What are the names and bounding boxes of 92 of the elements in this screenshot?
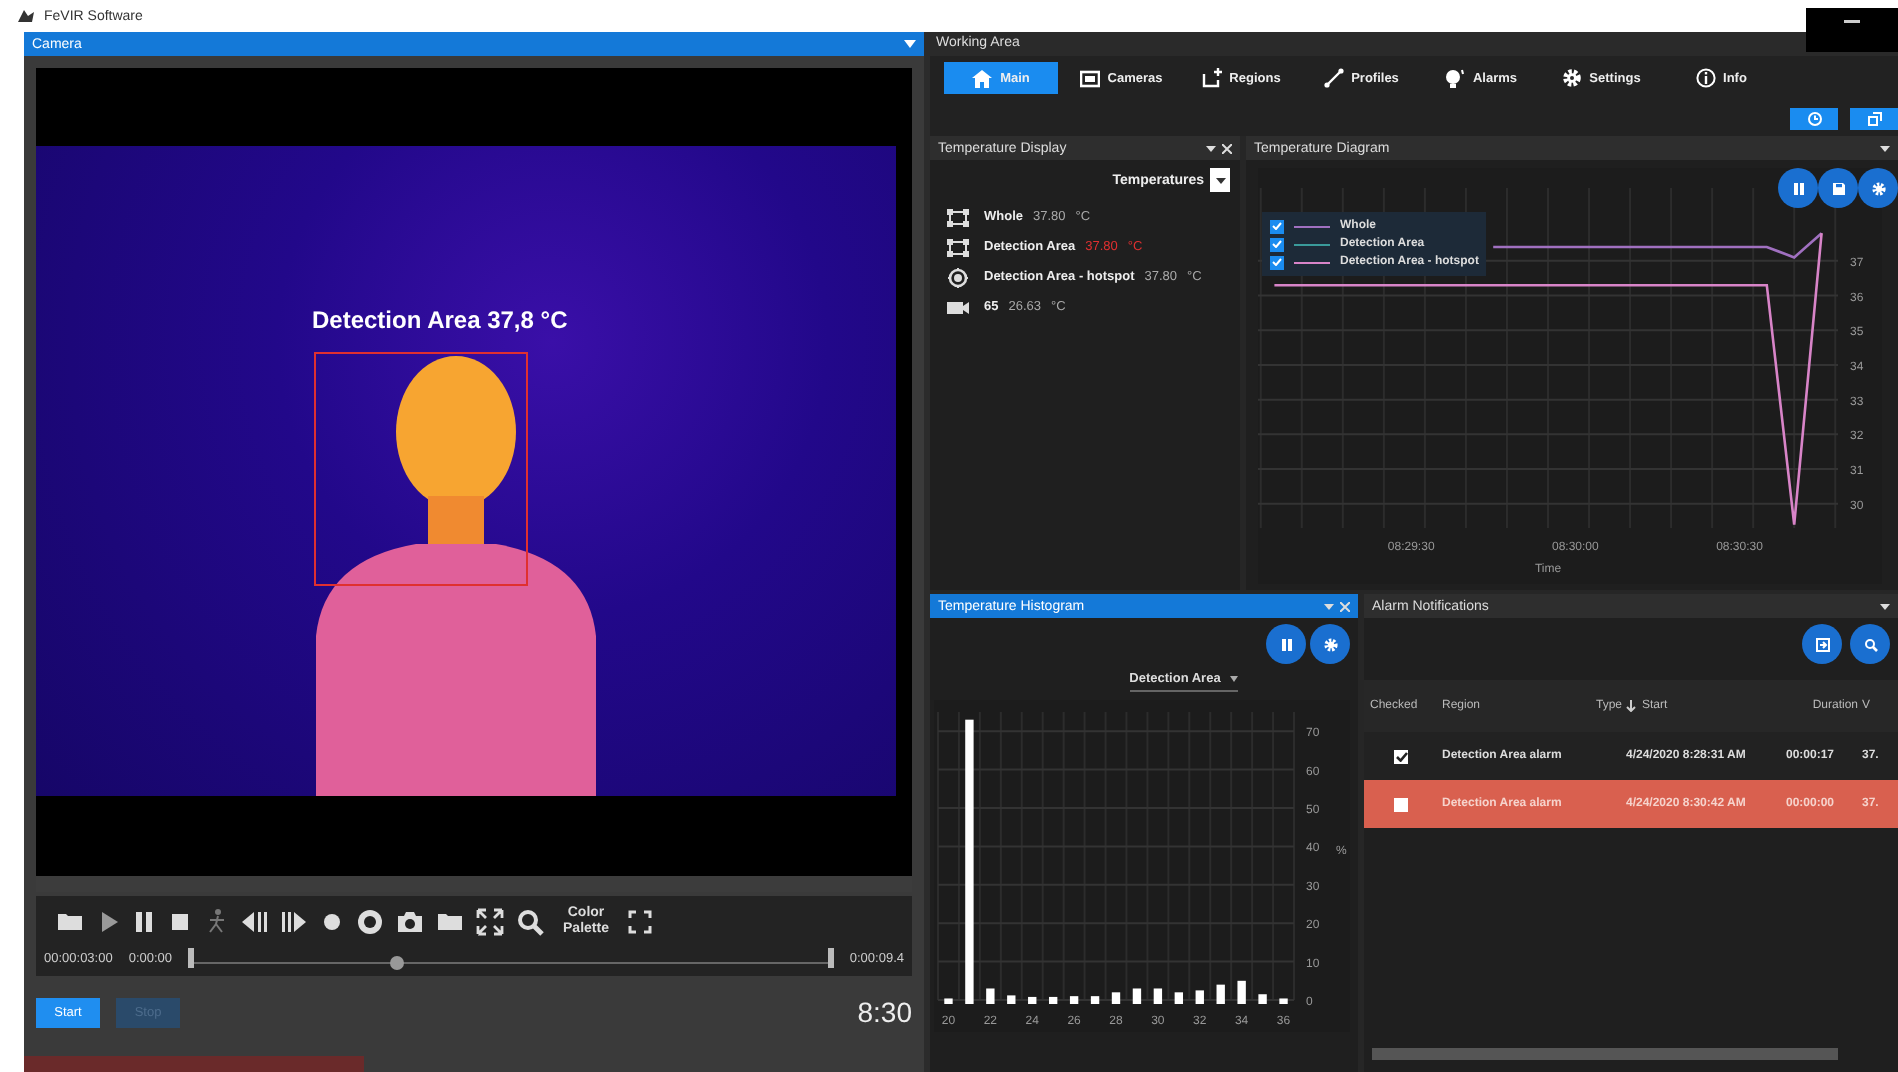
folder-icon xyxy=(56,908,84,936)
zoom-button[interactable] xyxy=(516,908,544,936)
window-button[interactable] xyxy=(1850,108,1898,130)
caret-icon xyxy=(1230,676,1239,682)
settings-icon xyxy=(1323,637,1337,651)
horizontal-scrollbar[interactable] xyxy=(1372,1048,1838,1060)
camera-button[interactable] xyxy=(396,908,424,936)
save-icon xyxy=(1831,181,1845,195)
clock-time: 8:30 xyxy=(857,996,912,1028)
pause-icon xyxy=(1791,181,1805,195)
pause-icon xyxy=(132,908,156,936)
checkbox[interactable] xyxy=(1394,797,1408,811)
record-button[interactable] xyxy=(320,908,344,936)
histogram-bar xyxy=(1216,984,1225,1004)
histogram-bar xyxy=(1195,990,1204,1004)
histogram-bar xyxy=(1279,998,1288,1004)
caret-icon xyxy=(1215,177,1225,183)
step-forward-button[interactable] xyxy=(280,908,308,936)
walking-figure-icon xyxy=(204,908,228,936)
minimize-icon xyxy=(1844,16,1860,28)
video-icon xyxy=(1079,68,1100,88)
stop-icon xyxy=(168,908,192,936)
windows-icon xyxy=(1867,112,1881,126)
step-back-icon xyxy=(240,908,268,936)
histogram-bar xyxy=(1069,996,1079,1004)
histogram-bar xyxy=(1132,988,1142,1004)
play-icon xyxy=(96,908,120,936)
settings-icon xyxy=(1871,181,1885,195)
info-icon xyxy=(1695,68,1716,88)
dropdown-button[interactable] xyxy=(1210,168,1230,192)
close-icon[interactable] xyxy=(1222,143,1232,153)
history-button[interactable] xyxy=(1790,108,1838,130)
region-icon xyxy=(946,207,970,227)
histogram-bar xyxy=(1258,994,1267,1004)
fullscreen-icon xyxy=(628,910,652,934)
fullscreen-button[interactable] xyxy=(628,910,652,934)
histogram-bar xyxy=(944,998,953,1004)
legend-checkbox[interactable] xyxy=(1270,237,1284,251)
play-button[interactable] xyxy=(96,908,120,936)
pause-button[interactable] xyxy=(1266,624,1306,664)
camera-icon xyxy=(396,908,424,936)
settings-icon xyxy=(1561,68,1582,88)
record-ring-icon xyxy=(356,908,384,936)
light-bulb-icon xyxy=(1444,68,1465,88)
folder-button[interactable] xyxy=(56,908,84,936)
search-button[interactable] xyxy=(1850,624,1890,664)
histogram-bar xyxy=(1007,995,1016,1004)
line-icon xyxy=(1323,68,1344,88)
expand-button[interactable] xyxy=(476,908,504,936)
histogram-bar xyxy=(986,988,995,1004)
histogram-bar xyxy=(1090,996,1100,1004)
home-icon xyxy=(972,68,993,88)
check-icon xyxy=(1395,751,1407,761)
step-back-button[interactable] xyxy=(240,908,268,936)
target-icon xyxy=(946,267,970,287)
histogram-bar xyxy=(1174,992,1183,1004)
caret-icon[interactable] xyxy=(904,40,916,48)
settings-button[interactable] xyxy=(1310,624,1350,664)
expand-icon xyxy=(476,908,504,936)
step-forward-icon xyxy=(280,908,308,936)
record-icon xyxy=(320,908,344,936)
region-icon xyxy=(1201,68,1222,88)
seek-slider[interactable] xyxy=(188,948,834,968)
pause-icon xyxy=(1279,637,1293,651)
detection-area-label: Detection Area 37,8 °C xyxy=(312,306,568,334)
checkbox[interactable] xyxy=(1394,749,1408,763)
caret-icon[interactable] xyxy=(1880,603,1890,609)
histogram-bar xyxy=(1049,996,1058,1004)
histogram-bar xyxy=(1111,992,1121,1004)
legend-checkbox[interactable] xyxy=(1270,219,1284,233)
record-ring-button[interactable] xyxy=(356,908,384,936)
video-camera-icon xyxy=(946,297,970,317)
walking-figure-button[interactable] xyxy=(204,908,228,936)
caret-icon[interactable] xyxy=(1880,145,1890,151)
caret-icon[interactable] xyxy=(1206,145,1216,151)
folder-button[interactable] xyxy=(436,908,464,936)
region-icon xyxy=(946,237,970,257)
clock-icon xyxy=(1807,112,1821,126)
legend-checkbox[interactable] xyxy=(1270,255,1284,269)
slider-thumb[interactable] xyxy=(390,956,405,970)
export-button[interactable] xyxy=(1802,624,1842,664)
zoom-icon xyxy=(516,908,544,936)
settings-button[interactable] xyxy=(1858,168,1898,208)
export-icon xyxy=(1815,637,1829,651)
histogram-bar xyxy=(1237,980,1246,1004)
histogram-bar xyxy=(1153,988,1163,1004)
search-icon xyxy=(1863,637,1877,651)
histogram-bar xyxy=(1028,996,1037,1004)
stop-button[interactable] xyxy=(168,908,192,936)
folder-icon xyxy=(436,908,464,936)
app-icon xyxy=(16,8,36,24)
pause-button[interactable] xyxy=(132,908,156,936)
